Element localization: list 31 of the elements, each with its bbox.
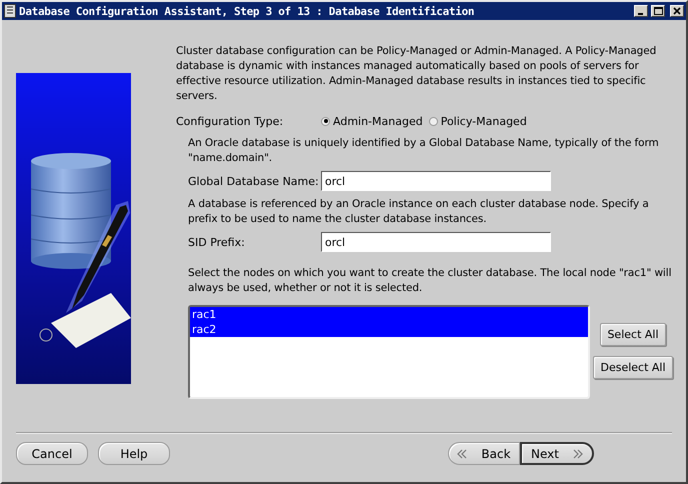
sid-prefix-field[interactable]: orcl bbox=[321, 232, 551, 252]
field-label: Configuration Type: bbox=[176, 114, 284, 128]
list-item[interactable]: rac2 bbox=[190, 322, 588, 337]
field-label: SID Prefix: bbox=[188, 236, 246, 248]
intro-text: Cluster database configuration can be Policy-Managed or Admin-Managed. A Policy-Managed database is dynamic with instances managed automatically based on pools of servers for effective resource utilization. Admin-Managed database results in instances tied to specific servers. bbox=[176, 44, 658, 104]
chevron-left-icon bbox=[457, 448, 468, 458]
close-icon bbox=[673, 7, 681, 15]
node-list[interactable]: rac1 rac2 bbox=[188, 305, 590, 399]
close-button[interactable] bbox=[670, 5, 684, 17]
back-button[interactable]: Back bbox=[448, 442, 520, 465]
maximize-button[interactable] bbox=[651, 5, 665, 17]
field-label: Global Database Name: bbox=[188, 174, 320, 188]
hint-text: A database is referenced by an Oracle instance on each cluster database node. Specify a prefix to be used to name the cluster database instances. bbox=[188, 197, 650, 227]
chevron-right-icon bbox=[572, 448, 583, 458]
hint-text: An Oracle database is uniquely identified by a Global Database Name, typically of the form "name.domain". bbox=[188, 136, 660, 166]
footer-button[interactable]: Cancel bbox=[16, 442, 88, 465]
window-title: Database Configuration Assistant, Step 3 of 13 : Database Identification bbox=[19, 4, 476, 18]
footer-button[interactable]: Help bbox=[98, 442, 170, 465]
list-item[interactable]: rac1 bbox=[190, 307, 588, 322]
next-button[interactable]: Next bbox=[520, 442, 594, 465]
radio-button[interactable] bbox=[321, 116, 330, 126]
maximize-icon bbox=[654, 7, 662, 15]
name-field[interactable]: orcl bbox=[321, 171, 551, 191]
hint-text: Select the nodes on which you want to create the cluster database. The local node "rac1" will always be used, whether or not it is selected. bbox=[188, 266, 672, 296]
radio-button[interactable] bbox=[428, 116, 438, 126]
select-all-button[interactable]: Select All bbox=[600, 323, 666, 346]
minimize-button[interactable] bbox=[634, 5, 648, 17]
deselect-all-button[interactable]: Deselect All bbox=[593, 356, 673, 379]
app-icon bbox=[4, 4, 16, 18]
radio-label[interactable]: Admin-Managed bbox=[333, 114, 423, 128]
radio-label[interactable]: Policy-Managed bbox=[440, 114, 527, 128]
